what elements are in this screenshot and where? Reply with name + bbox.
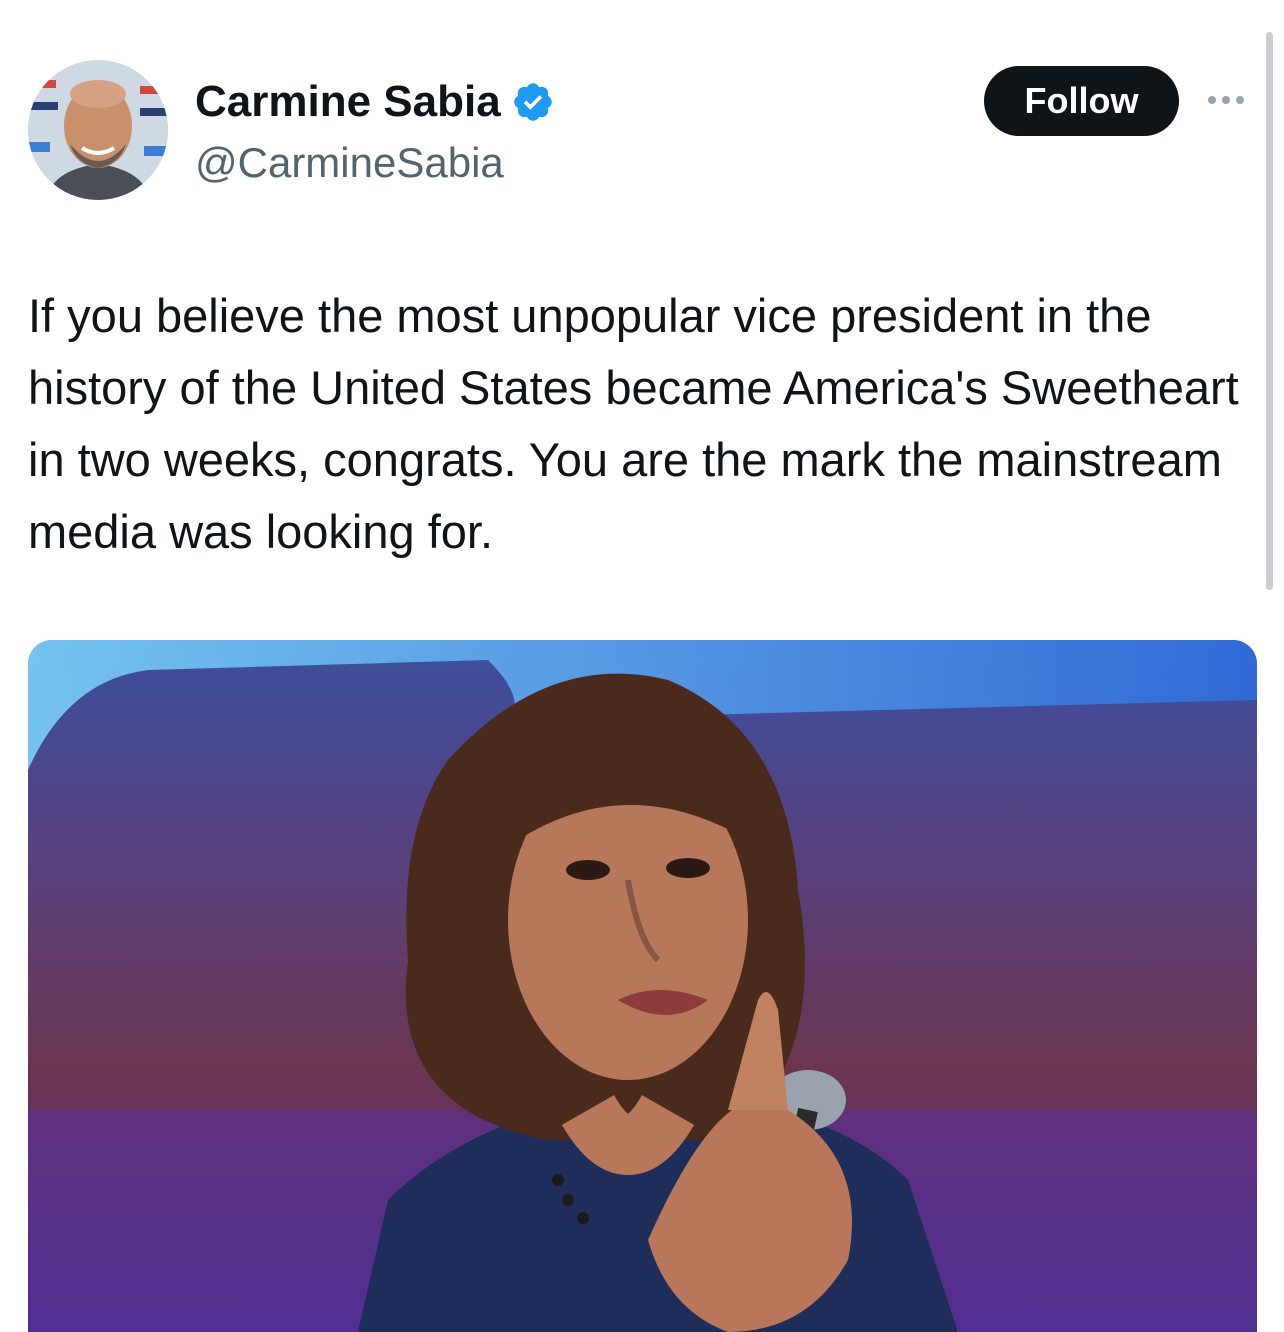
photo-image <box>28 640 1257 1332</box>
avatar-photo <box>28 60 168 200</box>
tweet-media[interactable] <box>28 640 1257 1332</box>
follow-button[interactable]: Follow <box>984 66 1179 136</box>
verified-badge-icon <box>513 83 552 121</box>
author-name-row[interactable]: Carmine Sabia <box>195 76 555 128</box>
author-handle[interactable]: @CarmineSabia <box>195 138 504 188</box>
scrollbar[interactable] <box>1266 32 1273 590</box>
tweet-text: If you believe the most unpopular vice p… <box>28 289 1239 558</box>
more-dot <box>1236 96 1244 104</box>
author-name[interactable]: Carmine Sabia <box>195 76 501 128</box>
more-dot <box>1208 96 1216 104</box>
more-dot <box>1222 96 1230 104</box>
avatar[interactable] <box>28 60 168 200</box>
more-horizontal-icon[interactable] <box>1208 90 1252 110</box>
